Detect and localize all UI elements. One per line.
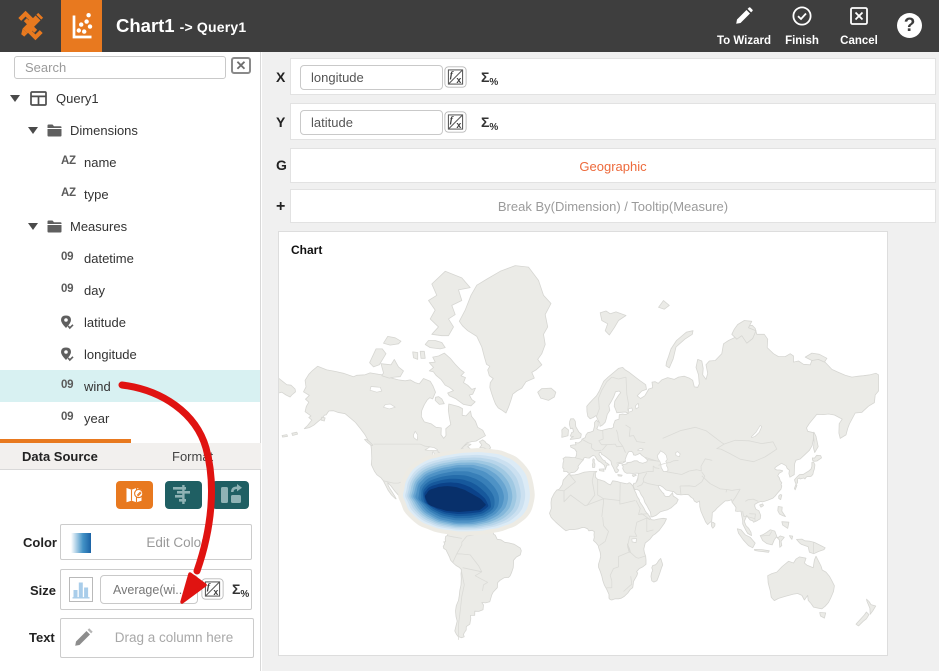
svg-text:x: x bbox=[213, 587, 218, 597]
svg-text:x: x bbox=[456, 120, 461, 130]
svg-text:x: x bbox=[456, 75, 461, 85]
